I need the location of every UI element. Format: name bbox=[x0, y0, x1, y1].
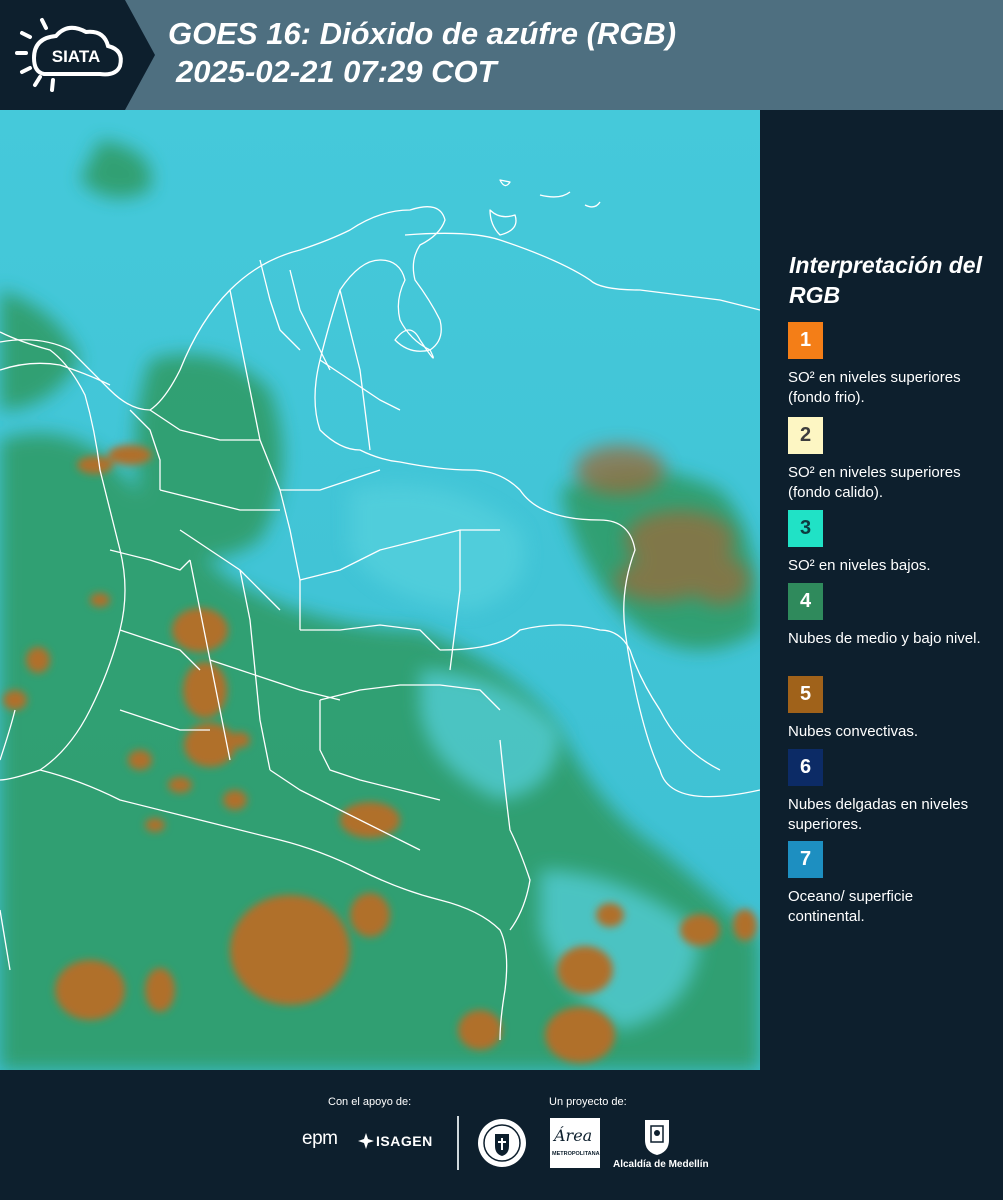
alcaldia-shield-logo bbox=[643, 1118, 671, 1161]
footer: Con el apoyo de: Un proyecto de: epm ISA… bbox=[0, 1070, 1003, 1200]
legend-label-6: Nubes delgadas en niveles superiores. bbox=[788, 796, 969, 833]
legend-item-4: 4 Nubes de medio y bajo nivel. bbox=[788, 583, 993, 649]
legend-label-3: SO² en niveles bajos. bbox=[788, 557, 931, 574]
legend-label-5: Nubes convectivas. bbox=[788, 723, 919, 740]
siata-logo: SIATA bbox=[0, 0, 155, 110]
legend-title: Interpretación del RGB bbox=[789, 252, 982, 308]
legend-item-5: 5 Nubes convectivas. bbox=[788, 676, 993, 742]
isagen-label: ISAGEN bbox=[376, 1133, 433, 1149]
timestamp: 2025-02-21 07:29 COT bbox=[176, 54, 497, 89]
legend-swatch-4: 4 bbox=[788, 583, 823, 620]
legend-item-2: 2 SO² en niveles superiores (fondo calid… bbox=[788, 417, 993, 503]
legend-label-2: SO² en niveles superiores (fondo calido)… bbox=[788, 464, 961, 501]
support-caption: Con el apoyo de: bbox=[328, 1096, 412, 1108]
legend-item-1: 1 SO² en niveles superiores (fondo frio)… bbox=[788, 322, 993, 408]
legend-panel: Interpretación del RGB 1 SO² en niveles … bbox=[760, 110, 1003, 1070]
legend-swatch-7: 7 bbox=[788, 841, 823, 878]
legend-item-3: 3 SO² en niveles bajos. bbox=[788, 510, 993, 576]
legend-swatch-2: 2 bbox=[788, 417, 823, 454]
area-metropolitana-logo: Área METROPOLITANA bbox=[550, 1118, 600, 1168]
legend-swatch-1: 1 bbox=[788, 322, 823, 359]
epm-logo: epm bbox=[302, 1128, 338, 1149]
legend-swatch-5: 5 bbox=[788, 676, 823, 713]
legend-label-7: Oceano/ superficie continental. bbox=[788, 888, 914, 925]
siata-logo-text: SIATA bbox=[52, 47, 100, 66]
header-bar: SIATA GOES 16: Dióxido de azúfre (RGB) 2… bbox=[0, 0, 1003, 110]
legend-swatch-6: 6 bbox=[788, 749, 823, 786]
page-title: GOES 16: Dióxido de azúfre (RGB) bbox=[168, 16, 677, 51]
footer-divider bbox=[457, 1116, 459, 1170]
satellite-map bbox=[0, 110, 760, 1070]
legend-item-7: 7 Oceano/ superficie continental. bbox=[788, 841, 993, 927]
legend-item-6: 6 Nubes delgadas en niveles superiores. bbox=[788, 749, 993, 835]
area-logo-subtext: METROPOLITANA bbox=[552, 1151, 600, 1157]
legend-label-1: SO² en niveles superiores (fondo frio). bbox=[788, 369, 961, 406]
alcaldia-label: Alcaldía de Medellín bbox=[613, 1159, 709, 1170]
isagen-mark-icon bbox=[358, 1133, 374, 1149]
legend-label-4: Nubes de medio y bajo nivel. bbox=[788, 630, 981, 647]
legend-swatch-3: 3 bbox=[788, 510, 823, 547]
project-caption: Un proyecto de: bbox=[549, 1096, 627, 1108]
medellin-seal-logo bbox=[477, 1118, 527, 1173]
area-logo-text: Área bbox=[554, 1126, 593, 1145]
